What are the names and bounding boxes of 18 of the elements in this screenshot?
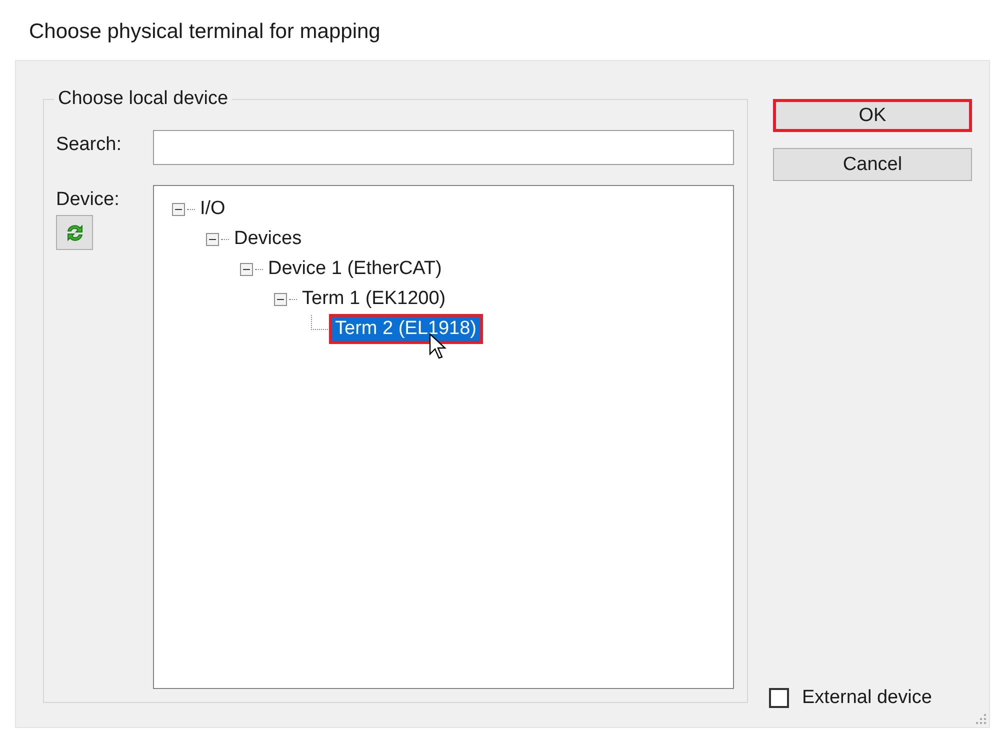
tree-item[interactable]: Device 1 (EtherCAT) [265,257,445,281]
dialog-button[interactable]: Cancel [773,148,972,181]
collapse-icon[interactable] [206,232,219,246]
search-field[interactable] [153,130,734,165]
search-label: Search: [56,133,122,157]
refresh-button[interactable] [56,215,93,250]
tree-item[interactable]: Devices [231,227,305,251]
external-device-checkbox[interactable] [769,688,789,708]
device-label: Device: [56,188,120,211]
tree-item[interactable]: I/O [197,197,228,221]
external-device-label: External device [802,687,932,709]
window-title: Choose physical terminal for mapping [28,19,380,45]
resize-grip-icon[interactable] [976,714,986,724]
collapse-icon[interactable] [240,262,253,276]
collapse-icon[interactable] [274,292,287,306]
dialog-button[interactable]: OK [773,99,972,132]
collapse-icon[interactable] [172,202,185,216]
tree-item[interactable]: Term 1 (EK1200) [299,287,449,311]
